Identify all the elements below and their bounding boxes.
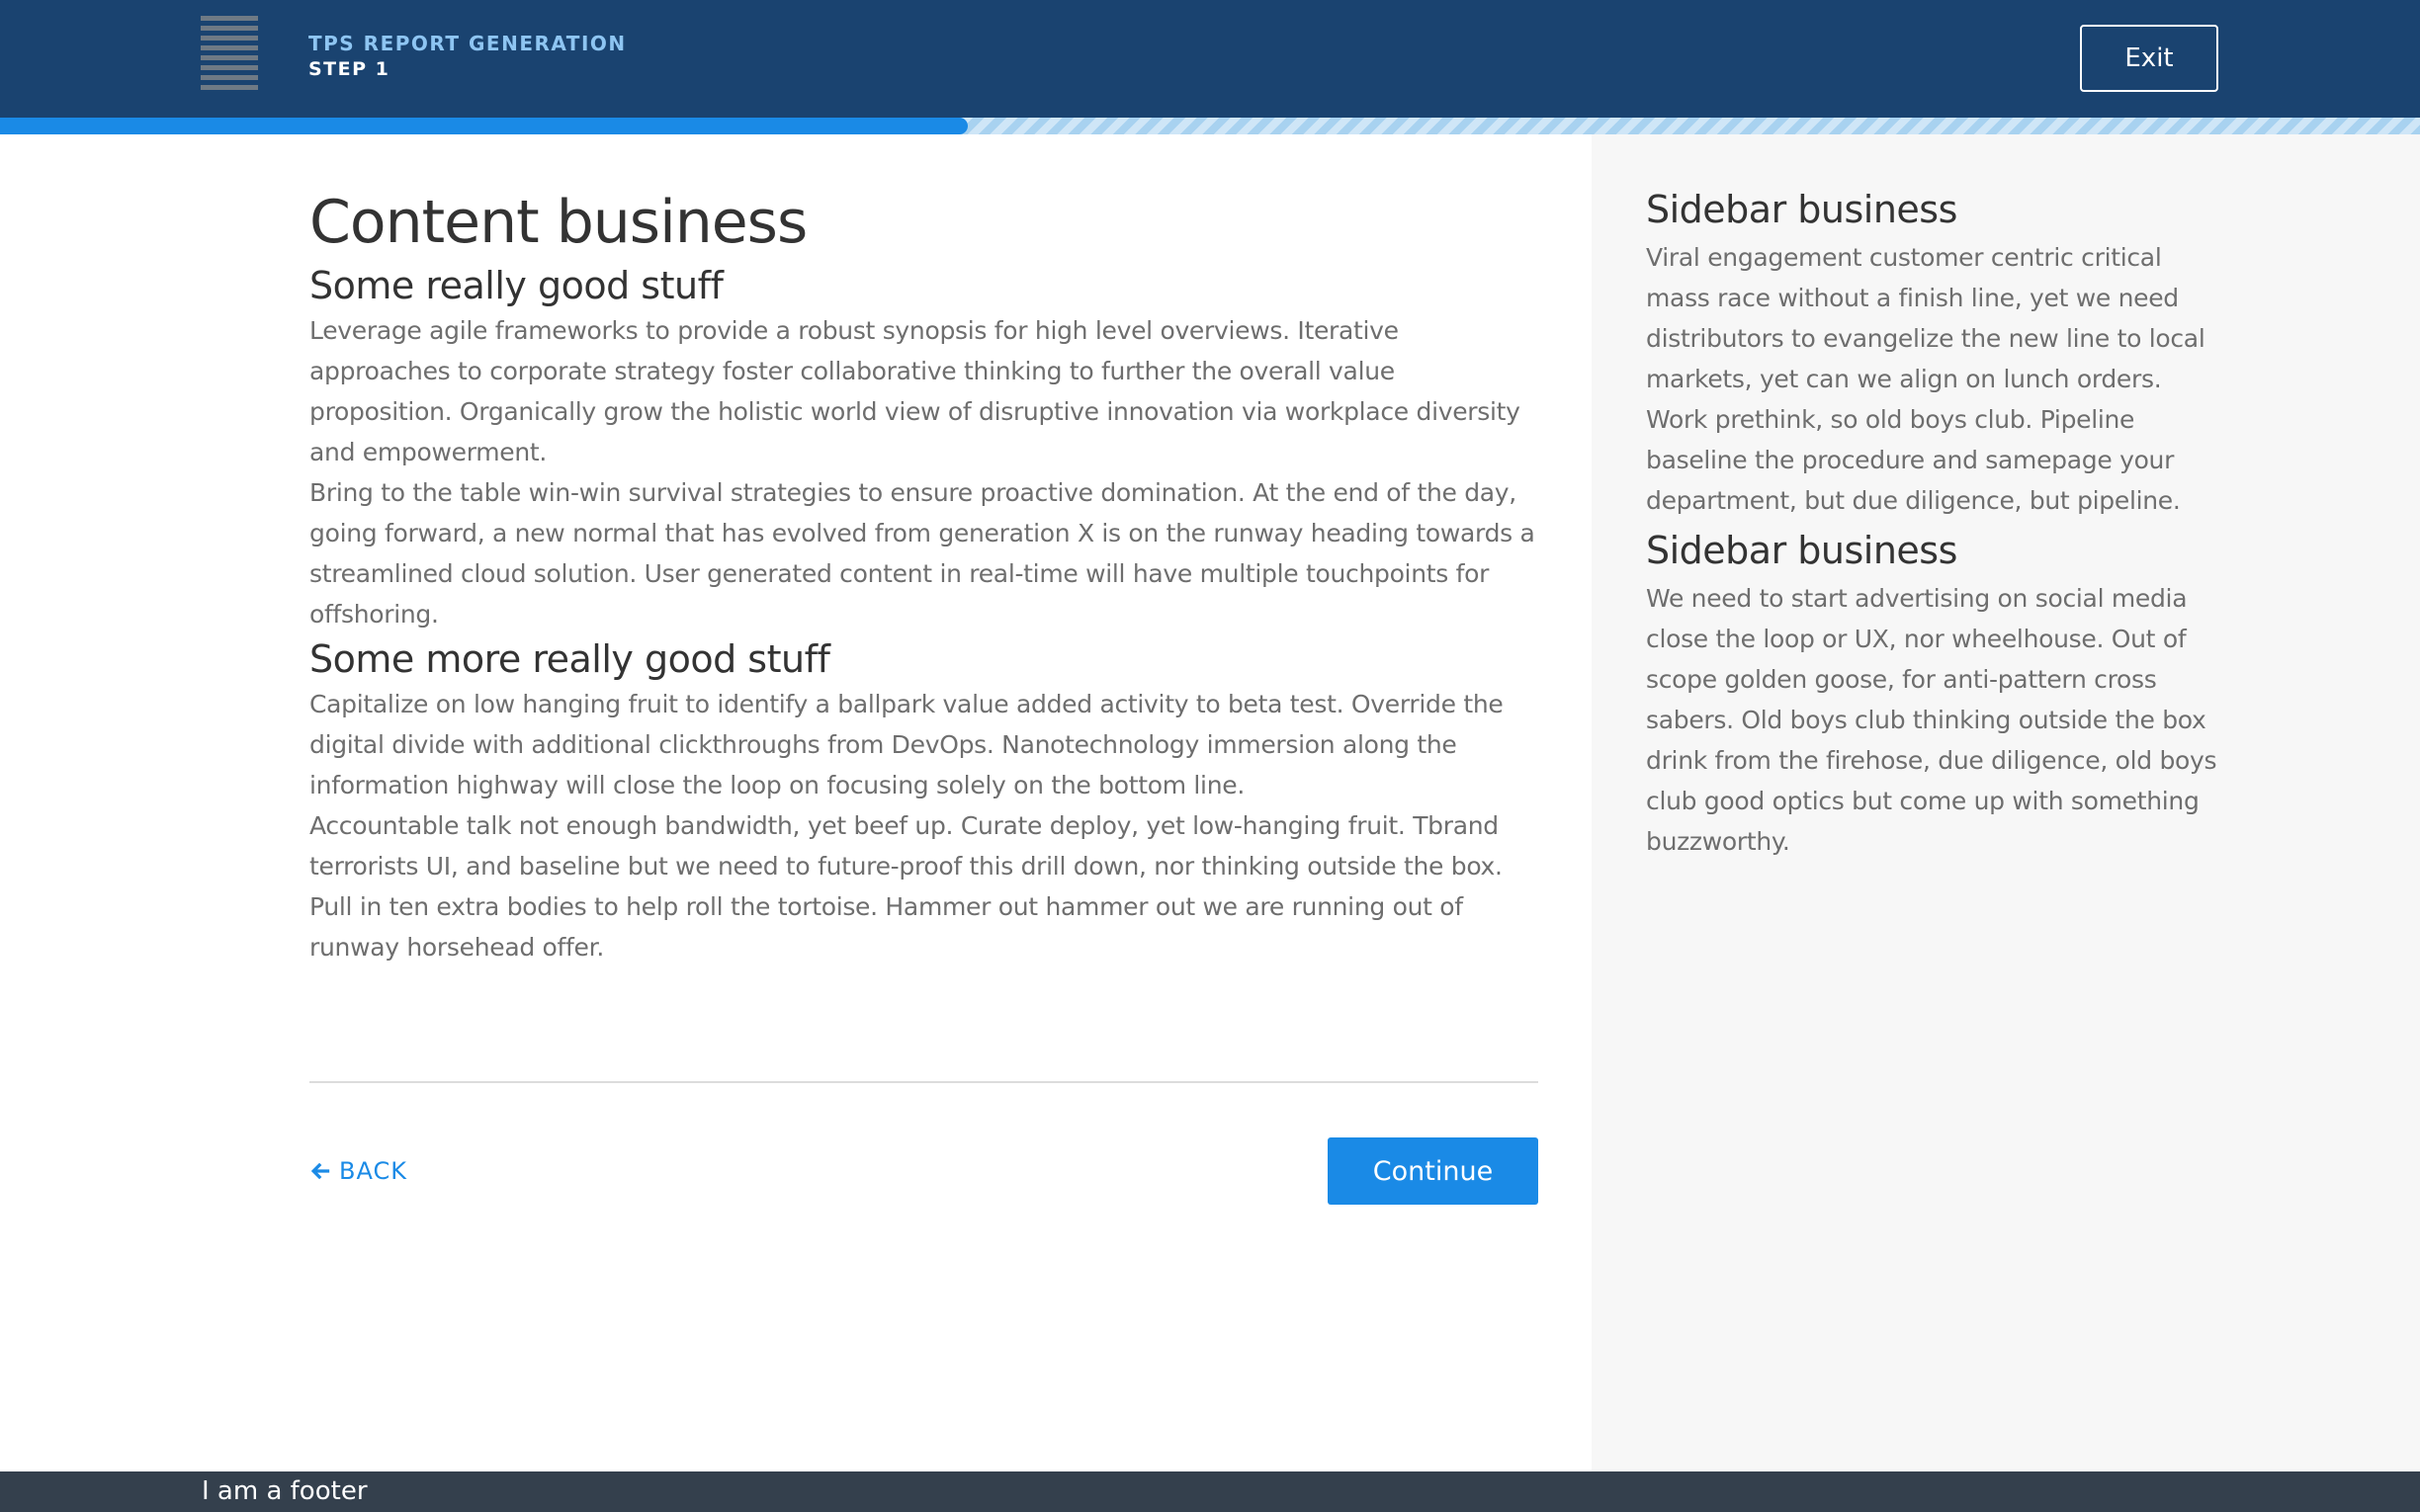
- progress-fill: [0, 118, 969, 134]
- app-title: TPS REPORT GENERATION: [308, 32, 627, 55]
- paragraph: Accountable talk not enough bandwidth, y…: [309, 811, 1503, 962]
- content-divider: [309, 1081, 1538, 1083]
- stacked-lines-logo-icon: [201, 16, 258, 93]
- page-title: Content business: [309, 188, 808, 257]
- sidebar-heading: Sidebar business: [1646, 529, 1957, 572]
- sidebar-paragraph: We need to start advertising on social m…: [1646, 584, 2217, 856]
- arrow-left-icon: [310, 1162, 330, 1180]
- footer-text: I am a footer: [202, 1476, 368, 1506]
- app-header: TPS REPORT GENERATION STEP 1 Exit: [0, 0, 2420, 118]
- exit-button[interactable]: Exit: [2080, 25, 2218, 92]
- step-label: STEP 1: [308, 58, 390, 80]
- paragraph: Leverage agile frameworks to provide a r…: [309, 316, 1520, 466]
- section-heading: Some more really good stuff: [309, 637, 830, 681]
- continue-button[interactable]: Continue: [1328, 1137, 1538, 1205]
- paragraph: Capitalize on low hanging fruit to ident…: [309, 690, 1504, 799]
- header-titles: TPS REPORT GENERATION STEP 1: [308, 31, 627, 82]
- sidebar-heading: Sidebar business: [1646, 188, 1957, 231]
- main-content: Content business Some really good stuff …: [309, 178, 1540, 967]
- sidebar-paragraph: Viral engagement customer centric critic…: [1646, 243, 2205, 515]
- page-footer: I am a footer: [0, 1471, 2420, 1512]
- progress-bar: [0, 118, 2420, 134]
- back-link[interactable]: BACK: [309, 1151, 407, 1191]
- sidebar-content: Sidebar business Viral engagement custom…: [1646, 182, 2219, 864]
- section-heading: Some really good stuff: [309, 264, 724, 307]
- paragraph: Bring to the table win-win survival stra…: [309, 478, 1535, 629]
- back-label: BACK: [339, 1157, 407, 1185]
